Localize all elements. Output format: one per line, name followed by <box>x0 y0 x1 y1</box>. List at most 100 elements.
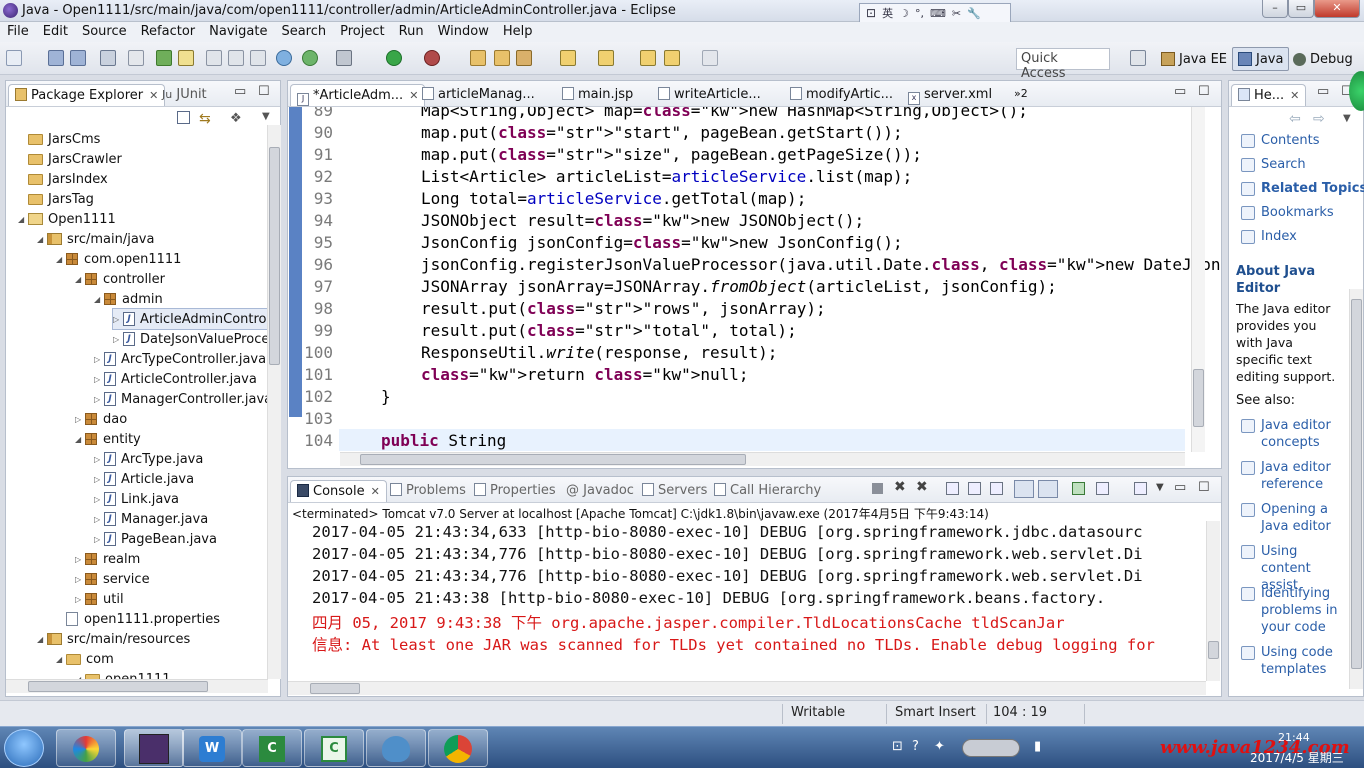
tab-write-article[interactable]: writeArticle... <box>652 84 767 106</box>
clock-date[interactable]: 2017/4/5 星期三 <box>1250 749 1344 766</box>
taskbar-app-3[interactable]: W <box>182 729 242 767</box>
collapse-all-icon[interactable] <box>177 111 190 124</box>
collapsed-arrow-icon[interactable]: ▷ <box>94 455 104 464</box>
tree-item[interactable]: ▷ service <box>75 569 150 589</box>
editor-horizontal-scrollbar[interactable] <box>340 452 1185 466</box>
minimize-view-icon[interactable]: ▭ <box>1174 84 1186 99</box>
scrollbar-thumb[interactable] <box>360 454 746 465</box>
open-perspective-icon[interactable] <box>1130 50 1146 66</box>
tree-item[interactable]: JarsCms <box>18 129 100 149</box>
brush-icon[interactable] <box>516 50 532 66</box>
more-tabs-button[interactable]: »2 <box>1008 84 1034 106</box>
tab-servers[interactable]: Servers <box>636 480 713 502</box>
tab-help[interactable]: He... ✕ <box>1231 84 1307 106</box>
minimize-view-icon[interactable]: ▭ <box>1317 84 1329 99</box>
start-button[interactable] <box>4 729 44 767</box>
close-icon[interactable]: ✕ <box>371 485 380 498</box>
view-menu-icon[interactable]: ❖ <box>230 111 242 126</box>
maximize-button[interactable]: ▭ <box>1288 0 1314 18</box>
debug-icon[interactable] <box>424 50 440 66</box>
menu-window[interactable]: Window <box>431 22 496 42</box>
build-icon[interactable] <box>156 50 172 66</box>
tree-item[interactable]: JarsTag <box>18 189 94 209</box>
taskbar-app-6[interactable] <box>366 729 426 767</box>
maximize-view-icon[interactable]: ☐ <box>1198 480 1210 495</box>
menu-source[interactable]: Source <box>75 22 134 42</box>
help-link-contents[interactable]: Contents <box>1241 133 1319 148</box>
pin-console-icon[interactable] <box>1072 482 1085 495</box>
tab-problems[interactable]: Problems <box>384 480 472 502</box>
refresh-icon[interactable] <box>302 50 318 66</box>
tree-item[interactable]: ◢ com.open1111 <box>56 249 181 269</box>
tree-item[interactable]: ◢ src/main/java <box>37 229 154 249</box>
toggle-mark-icon[interactable] <box>178 50 194 66</box>
tree-item[interactable]: ◢ controller <box>75 269 165 289</box>
new-icon[interactable] <box>6 50 22 66</box>
tab-properties[interactable]: Properties <box>468 480 562 502</box>
menu-file[interactable]: File <box>0 22 36 42</box>
help-link-search[interactable]: Search <box>1241 157 1306 172</box>
minimize-view-icon[interactable]: ▭ <box>234 84 246 99</box>
expanded-arrow-icon[interactable]: ◢ <box>37 235 47 244</box>
show-stdout-icon[interactable] <box>1014 480 1034 498</box>
tab-server-xml[interactable]: x server.xml <box>902 84 998 106</box>
display-console-icon[interactable] <box>1096 482 1109 495</box>
prev-annotation-icon[interactable] <box>598 50 614 66</box>
chevron-down-icon[interactable]: ▼ <box>262 111 270 122</box>
chevron-down-icon[interactable]: ▼ <box>1156 482 1164 493</box>
tree-item[interactable]: ▷ J Manager.java <box>94 509 208 529</box>
tree-item[interactable]: open1111.properties <box>56 609 220 629</box>
code-area[interactable]: 89 Map<String,Object> map=class="kw">new … <box>289 107 1220 452</box>
chevron-down-icon[interactable]: ▼ <box>1343 113 1351 124</box>
editor-vertical-scrollbar[interactable] <box>1191 107 1205 452</box>
collapsed-arrow-icon[interactable]: ▷ <box>94 375 104 384</box>
console-horizontal-scrollbar[interactable] <box>288 681 1206 695</box>
tree-item[interactable]: JarsCrawler <box>18 149 122 169</box>
skip-breakpoints-icon[interactable] <box>128 50 144 66</box>
quick-access-input[interactable]: Quick Access <box>1016 48 1110 81</box>
back-arrow-icon[interactable]: ⇦ <box>1289 111 1301 127</box>
tray-keyboard-icon[interactable]: ⊡ <box>892 739 903 754</box>
tree-item[interactable]: JarsIndex <box>18 169 108 189</box>
tree-item[interactable]: ◢ entity <box>75 429 141 449</box>
see-link-reference[interactable]: Java editor reference <box>1241 459 1351 493</box>
tab-console[interactable]: Console ✕ <box>290 480 387 502</box>
tree-item[interactable]: ▷ dao <box>75 409 127 429</box>
tree-item[interactable]: ◢ open1111 <box>75 669 171 679</box>
collapsed-arrow-icon[interactable]: ▷ <box>75 575 85 584</box>
menu-help[interactable]: Help <box>496 22 540 42</box>
maximize-view-icon[interactable]: ☐ <box>258 84 270 99</box>
next-annotation-icon[interactable] <box>560 50 576 66</box>
tab-article-manage[interactable]: articleManag... <box>416 84 541 106</box>
tree-item[interactable]: ▷ J ArticleAdminControll <box>112 308 268 330</box>
tab-main-jsp[interactable]: main.jsp <box>556 84 639 106</box>
collapsed-arrow-icon[interactable]: ▷ <box>94 475 104 484</box>
remove-launch-icon[interactable]: ✖ <box>894 479 906 495</box>
see-link-problems[interactable]: Identifying problems in your code <box>1241 585 1351 636</box>
print-icon[interactable] <box>100 50 116 66</box>
tree-item[interactable]: ▷ J ArticleController.java <box>94 369 257 389</box>
tab-javadoc[interactable]: @ Javadoc <box>560 480 640 502</box>
tree-item[interactable]: ▷ J ArcTypeController.java <box>94 349 266 369</box>
tray-settings-icon[interactable]: ✦ <box>934 739 945 754</box>
close-button[interactable]: ✕ <box>1314 0 1360 18</box>
forward-arrow-icon[interactable]: ⇨ <box>1313 111 1325 127</box>
taskbar-app-5[interactable]: C <box>304 729 364 767</box>
expanded-arrow-icon[interactable]: ◢ <box>75 435 85 444</box>
menu-edit[interactable]: Edit <box>36 22 75 42</box>
open-type-icon[interactable] <box>470 50 486 66</box>
word-wrap-icon[interactable] <box>990 482 1003 495</box>
collapsed-arrow-icon[interactable]: ▷ <box>75 415 85 424</box>
expanded-arrow-icon[interactable]: ◢ <box>37 635 47 644</box>
scrollbar-thumb[interactable] <box>1193 369 1204 427</box>
console-output[interactable]: 2017-04-05 21:43:34,633 [http-bio-8080-e… <box>288 521 1206 667</box>
see-link-concepts[interactable]: Java editor concepts <box>1241 417 1351 451</box>
taskbar-app-4[interactable]: C <box>242 729 302 767</box>
see-link-templates[interactable]: Using code templates <box>1241 644 1351 678</box>
forward-nav-icon[interactable] <box>702 50 718 66</box>
see-link-opening[interactable]: Opening a Java editor <box>1241 501 1351 535</box>
tree-item[interactable]: ▷ J ManagerController.java <box>94 389 268 409</box>
collapsed-arrow-icon[interactable]: ▷ <box>113 335 123 344</box>
clock-time[interactable]: 21:44 <box>1278 731 1310 744</box>
collapsed-arrow-icon[interactable]: ▷ <box>75 555 85 564</box>
